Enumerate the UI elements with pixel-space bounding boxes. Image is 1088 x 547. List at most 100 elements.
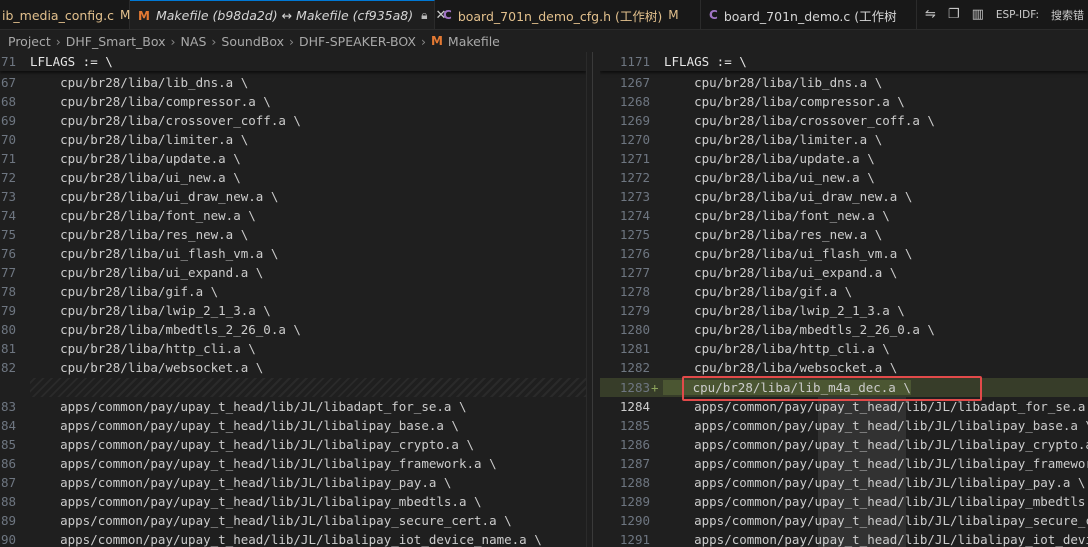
code-text: cpu/br28/liba/res_new.a \ (664, 227, 883, 242)
code-line[interactable]: 1279 cpu/br28/liba/lwip_2_1_3.a \ (600, 301, 1088, 320)
makefile-icon: M (430, 34, 443, 48)
breadcrumb-item[interactable]: DHF_Smart_Box (66, 34, 166, 49)
code-line[interactable]: 81 cpu/br28/liba/http_cli.a \ (0, 339, 586, 358)
code-line[interactable]: 78 cpu/br28/liba/gif.a \ (0, 282, 586, 301)
lock-icon[interactable]: 🔒︎ (421, 8, 427, 23)
split-editor-icon[interactable]: ▥ (972, 7, 984, 22)
code-line[interactable]: 84 apps/common/pay/upay_t_head/lib/JL/li… (0, 416, 586, 435)
line-number: 1288 (619, 475, 650, 490)
compare-changes-icon[interactable]: ⇋ (925, 7, 936, 22)
code-text: apps/common/pay/upay_t_head/lib/JL/libal… (664, 437, 1088, 452)
sticky-scroll-line[interactable]: 71 LFLAGS := \ (0, 52, 586, 71)
breadcrumb-item[interactable]: DHF-SPEAKER-BOX (299, 34, 416, 49)
tab-makefile-diff[interactable]: M Makefile (b98da2d) ↔ Makefile (cf935a8… (130, 0, 446, 29)
code-line[interactable]: 1272 cpu/br28/liba/ui_new.a \ (600, 168, 1088, 187)
code-line[interactable]: 70 cpu/br28/liba/limiter.a \ (0, 130, 586, 149)
code-line[interactable]: 90 apps/common/pay/upay_t_head/lib/JL/li… (0, 530, 586, 547)
code-line[interactable]: 69 cpu/br28/liba/crossover_coff.a \ (0, 111, 586, 130)
code-text: cpu/br28/liba/update.a \ (30, 151, 241, 166)
tab-bar: ib_media_config.c M M Makefile (b98da2d)… (0, 0, 1088, 30)
code-text: LFLAGS := \ (664, 54, 747, 69)
code-line[interactable]: 83 apps/common/pay/upay_t_head/lib/JL/li… (0, 397, 586, 416)
diff-editor-original[interactable]: 71 LFLAGS := \ 67 cpu/br28/liba/lib_dns.… (0, 52, 586, 547)
code-line[interactable]: 75 cpu/br28/liba/res_new.a \ (0, 225, 586, 244)
code-text: cpu/br28/liba/lwip_2_1_3.a \ (30, 303, 271, 318)
code-text: cpu/br28/liba/ui_flash_vm.a \ (664, 246, 913, 261)
code-line[interactable]: 68 cpu/br28/liba/compressor.a \ (0, 92, 586, 111)
code-text: apps/common/pay/upay_t_head/lib/JL/libal… (30, 418, 459, 433)
code-line[interactable]: 1287 apps/common/pay/upay_t_head/lib/JL/… (600, 454, 1088, 473)
code-line[interactable]: 1286 apps/common/pay/upay_t_head/lib/JL/… (600, 435, 1088, 454)
code-line[interactable]: 80 cpu/br28/liba/mbedtls_2_26_0.a \ (0, 320, 586, 339)
code-text: cpu/br28/liba/websocket.a \ (30, 360, 264, 375)
code-line[interactable]: 1282 cpu/br28/liba/websocket.a \ (600, 358, 1088, 377)
code-line[interactable]: 1290 apps/common/pay/upay_t_head/lib/JL/… (600, 511, 1088, 530)
open-file-icon[interactable]: ❐ (948, 7, 960, 22)
code-line[interactable]: 1285 apps/common/pay/upay_t_head/lib/JL/… (600, 416, 1088, 435)
code-line[interactable]: 1289 apps/common/pay/upay_t_head/lib/JL/… (600, 492, 1088, 511)
tab-board-cfg[interactable]: C board_701n_demo_cfg.h (工作树) M (435, 0, 701, 29)
code-line[interactable]: 72 cpu/br28/liba/ui_new.a \ (0, 168, 586, 187)
line-number: 1284 (619, 399, 650, 414)
diff-editor-modified[interactable]: 1171 LFLAGS := \ 1267 cpu/br28/liba/lib_… (600, 52, 1088, 547)
code-line[interactable]: 1288 apps/common/pay/upay_t_head/lib/JL/… (600, 473, 1088, 492)
line-number: 83 (0, 399, 16, 414)
code-line[interactable]: 1271 cpu/br28/liba/update.a \ (600, 149, 1088, 168)
breadcrumb-item[interactable]: SoundBox (221, 34, 284, 49)
line-number: 1283 (619, 380, 650, 395)
code-line[interactable]: 89 apps/common/pay/upay_t_head/lib/JL/li… (0, 511, 586, 530)
line-number: 1269 (619, 113, 650, 128)
breadcrumb-item[interactable]: Project (8, 34, 51, 49)
added-line-marker: + (651, 380, 659, 395)
code-line[interactable]: 1268 cpu/br28/liba/compressor.a \ (600, 92, 1088, 111)
code-line[interactable]: 1275 cpu/br28/liba/res_new.a \ (600, 225, 1088, 244)
line-number: 1280 (619, 322, 650, 337)
line-number: 82 (0, 360, 16, 375)
code-line[interactable]: 1277 cpu/br28/liba/ui_expand.a \ (600, 263, 1088, 282)
breadcrumb-item[interactable]: Makefile (448, 34, 500, 49)
code-line[interactable]: 1269 cpu/br28/liba/crossover_coff.a \ (600, 111, 1088, 130)
search-errors-button[interactable]: 搜索错 (1051, 7, 1084, 23)
code-line[interactable]: 88 apps/common/pay/upay_t_head/lib/JL/li… (0, 492, 586, 511)
code-line[interactable]: 71 cpu/br28/liba/update.a \ (0, 149, 586, 168)
code-line[interactable]: 1267 cpu/br28/liba/lib_dns.a \ (600, 73, 1088, 92)
code-text: cpu/br28/liba/compressor.a \ (664, 94, 905, 109)
code-line[interactable]: 1278 cpu/br28/liba/gif.a \ (600, 282, 1088, 301)
tab-media-config[interactable]: ib_media_config.c M (0, 0, 130, 29)
code-line[interactable]: 1280 cpu/br28/liba/mbedtls_2_26_0.a \ (600, 320, 1088, 339)
code-text: cpu/br28/liba/ui_new.a \ (30, 170, 241, 185)
code-text: cpu/br28/liba/limiter.a \ (664, 132, 883, 147)
line-number: 1282 (619, 360, 650, 375)
code-line[interactable]: 79 cpu/br28/liba/lwip_2_1_3.a \ (0, 301, 586, 320)
line-number: 1278 (619, 284, 650, 299)
code-line[interactable]: 1291 apps/common/pay/upay_t_head/lib/JL/… (600, 530, 1088, 547)
tab-board-demo[interactable]: C board_701n_demo.c (工作树 (701, 0, 917, 29)
breadcrumb-item[interactable]: NAS (181, 34, 207, 49)
sticky-scroll-line[interactable]: 1171 LFLAGS := \ (600, 52, 1088, 71)
code-line[interactable]: 85 apps/common/pay/upay_t_head/lib/JL/li… (0, 435, 586, 454)
line-number: 90 (0, 532, 16, 547)
code-line[interactable]: 1281 cpu/br28/liba/http_cli.a \ (600, 339, 1088, 358)
code-line[interactable]: 1273 cpu/br28/liba/ui_draw_new.a \ (600, 187, 1088, 206)
code-line[interactable]: 76 cpu/br28/liba/ui_flash_vm.a \ (0, 244, 586, 263)
code-line[interactable]: 82 cpu/br28/liba/websocket.a \ (0, 358, 586, 377)
code-line[interactable]: 1274 cpu/br28/liba/font_new.a \ (600, 206, 1088, 225)
code-line[interactable]: 87 apps/common/pay/upay_t_head/lib/JL/li… (0, 473, 586, 492)
code-line[interactable]: 67 cpu/br28/liba/lib_dns.a \ (0, 73, 586, 92)
code-text: cpu/br28/liba/compressor.a \ (30, 94, 271, 109)
code-line[interactable]: 74 cpu/br28/liba/font_new.a \ (0, 206, 586, 225)
chevron-right-icon: › (55, 33, 61, 49)
diff-sash[interactable] (586, 52, 600, 547)
line-number: 89 (0, 513, 16, 528)
line-number: 77 (0, 265, 16, 280)
line-number: 1171 (619, 54, 650, 69)
esp-idf-label[interactable]: ESP-IDF: (996, 9, 1039, 21)
code-line[interactable]: 86 apps/common/pay/upay_t_head/lib/JL/li… (0, 454, 586, 473)
code-text: apps/common/pay/upay_t_head/lib/JL/libal… (30, 513, 512, 528)
code-line[interactable]: 1270 cpu/br28/liba/limiter.a \ (600, 130, 1088, 149)
tab-label: Makefile (b98da2d) ↔ Makefile (cf935a8) (155, 8, 414, 23)
code-line[interactable]: 1276 cpu/br28/liba/ui_flash_vm.a \ (600, 244, 1088, 263)
code-line[interactable]: 73 cpu/br28/liba/ui_draw_new.a \ (0, 187, 586, 206)
line-number: 71 (0, 54, 16, 69)
code-line[interactable]: 77 cpu/br28/liba/ui_expand.a \ (0, 263, 586, 282)
